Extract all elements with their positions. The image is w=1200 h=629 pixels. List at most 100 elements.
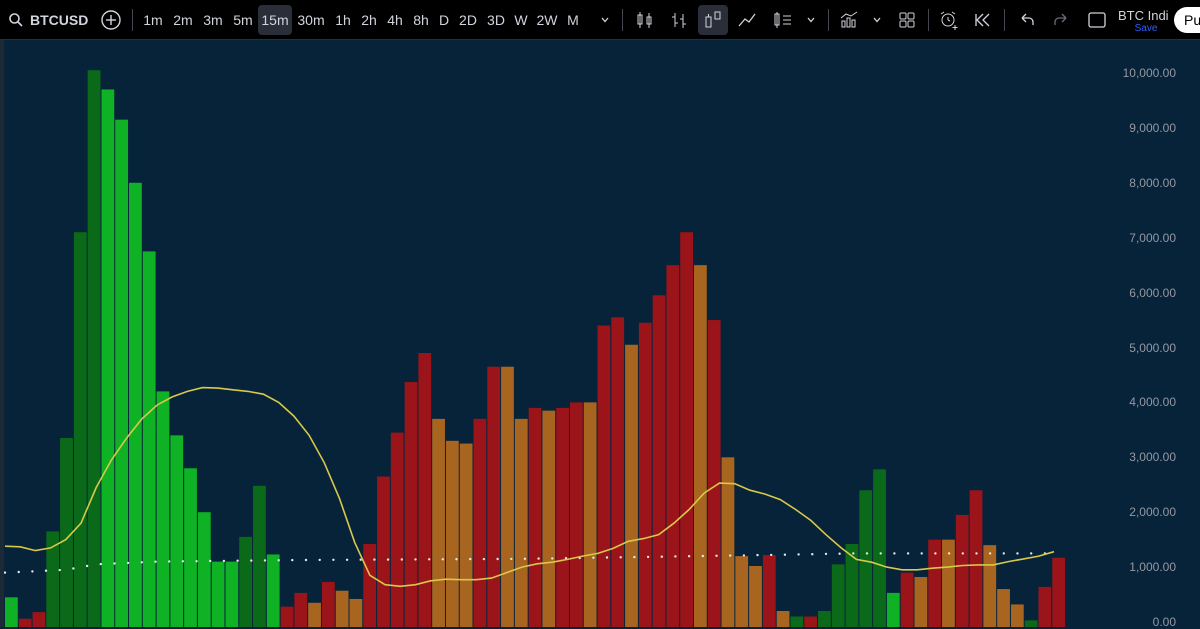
volume-bar xyxy=(253,485,266,627)
dot-line-point xyxy=(1016,552,1019,555)
interval-5m[interactable]: 5m xyxy=(228,5,258,35)
symbol-label: BTCUSD xyxy=(30,12,89,28)
volume-bar xyxy=(321,581,335,627)
interval-2m[interactable]: 2m xyxy=(168,5,198,35)
volume-bar xyxy=(790,616,804,627)
indicators-button[interactable] xyxy=(834,5,864,35)
volume-bar xyxy=(280,606,294,627)
volume-bar xyxy=(1010,604,1024,627)
volume-bar xyxy=(156,391,170,627)
interval-3D[interactable]: 3D xyxy=(482,5,510,35)
volume-bar xyxy=(831,564,845,627)
dot-line-point xyxy=(646,555,650,559)
chart-type-dropdown-button[interactable] xyxy=(800,5,822,35)
dot-line-point xyxy=(893,552,896,555)
volume-bar xyxy=(997,589,1010,627)
layout-button[interactable] xyxy=(892,5,922,35)
redo-button[interactable] xyxy=(1046,5,1076,35)
dot-line-point xyxy=(523,557,527,560)
dot-line-point xyxy=(209,559,212,563)
volume-bar xyxy=(611,317,625,627)
volume-bar xyxy=(445,440,459,627)
dot-line-point xyxy=(1002,552,1005,555)
toolbar-divider xyxy=(928,9,929,31)
fullscreen-button[interactable] xyxy=(1082,5,1112,35)
dot-line-point xyxy=(345,558,349,561)
indicators-list-button[interactable] xyxy=(768,5,798,35)
dot-line-point xyxy=(17,570,20,574)
dot-line-point xyxy=(277,559,280,562)
dot-line-point xyxy=(674,555,677,558)
publish-button[interactable]: Pu xyxy=(1174,7,1200,33)
interval-2W[interactable]: 2W xyxy=(532,5,562,35)
volume-bar xyxy=(32,612,46,627)
alert-button[interactable] xyxy=(934,5,964,35)
interval-3m[interactable]: 3m xyxy=(198,5,228,35)
interval-2D[interactable]: 2D xyxy=(454,5,482,35)
interval-8h[interactable]: 8h xyxy=(408,5,434,35)
dot-line-point xyxy=(1030,552,1033,555)
replay-button[interactable] xyxy=(968,5,998,35)
dot-line-point xyxy=(496,557,499,561)
y-axis-tick-label: 7,000.00 xyxy=(1129,230,1176,245)
interval-2h[interactable]: 2h xyxy=(356,5,382,35)
toolbar-divider xyxy=(622,9,623,31)
volume-bar xyxy=(914,576,928,627)
dot-line-point xyxy=(783,553,787,556)
dot-line-point xyxy=(154,560,157,563)
dot-line-point xyxy=(865,552,869,555)
columns-chart-type-button[interactable] xyxy=(698,5,728,35)
compare-add-button[interactable] xyxy=(96,5,126,35)
line-chart-type-button[interactable] xyxy=(732,5,762,35)
volume-bar xyxy=(87,70,101,627)
bars-chart-type-button[interactable] xyxy=(630,5,660,35)
volume-bar xyxy=(473,418,487,627)
volume-bar xyxy=(859,490,873,627)
dot-line-point xyxy=(332,558,335,561)
dot-line-point xyxy=(304,558,308,562)
volume-bar xyxy=(377,476,390,627)
dot-line-point xyxy=(824,552,828,556)
interval-W[interactable]: W xyxy=(510,5,532,35)
indicator-list-icon xyxy=(774,12,791,28)
top-toolbar: BTCUSD 1m 2m 3m 5m 15m 30m 1h 2h 4h 8h D 2D 3D W 2W M xyxy=(0,0,1200,40)
layout-save-menu[interactable]: BTC Indi Save xyxy=(1118,8,1174,36)
symbol-search-button[interactable]: BTCUSD xyxy=(8,5,92,35)
chevron-down-icon xyxy=(807,17,815,23)
dot-line-point xyxy=(961,552,964,555)
volume-bar xyxy=(142,251,156,627)
dot-line-point xyxy=(838,552,841,555)
volume-bar xyxy=(335,590,349,627)
indicators-dropdown-button[interactable] xyxy=(866,5,888,35)
redo-icon xyxy=(1054,13,1067,25)
interval-1m[interactable]: 1m xyxy=(138,5,168,35)
dot-line-point xyxy=(715,554,718,557)
interval-4h[interactable]: 4h xyxy=(382,5,408,35)
volume-bar xyxy=(487,366,501,627)
interval-1h[interactable]: 1h xyxy=(330,5,356,35)
volume-bar xyxy=(666,265,680,627)
dot-line-point xyxy=(85,564,89,568)
volume-bar xyxy=(776,611,790,627)
interval-15m[interactable]: 15m xyxy=(258,5,292,35)
dot-line-point xyxy=(934,552,937,555)
undo-icon xyxy=(1021,13,1034,25)
chart-pane[interactable]: 10,000.00 9,000.00 8,000.00 7,000.00 6,000.0… xyxy=(0,40,1200,629)
dot-line-point xyxy=(660,555,663,558)
interval-dropdown-button[interactable] xyxy=(594,5,616,35)
ohlc-chart-type-button[interactable] xyxy=(664,5,694,35)
dot-line-point xyxy=(386,558,390,561)
dot-line-point xyxy=(742,554,746,557)
volume-bar xyxy=(514,418,528,627)
interval-D[interactable]: D xyxy=(434,5,454,35)
interval-30m[interactable]: 30m xyxy=(292,5,330,35)
save-status: Save xyxy=(1134,23,1158,34)
undo-button[interactable] xyxy=(1012,5,1042,35)
interval-M[interactable]: M xyxy=(562,5,584,35)
volume-bar xyxy=(886,592,900,627)
y-axis-tick-label: 8,000.00 xyxy=(1129,175,1176,190)
volume-bar xyxy=(873,469,886,627)
dot-line-point xyxy=(920,552,923,555)
rewind-icon xyxy=(975,13,990,27)
dot-line-point xyxy=(852,552,855,555)
